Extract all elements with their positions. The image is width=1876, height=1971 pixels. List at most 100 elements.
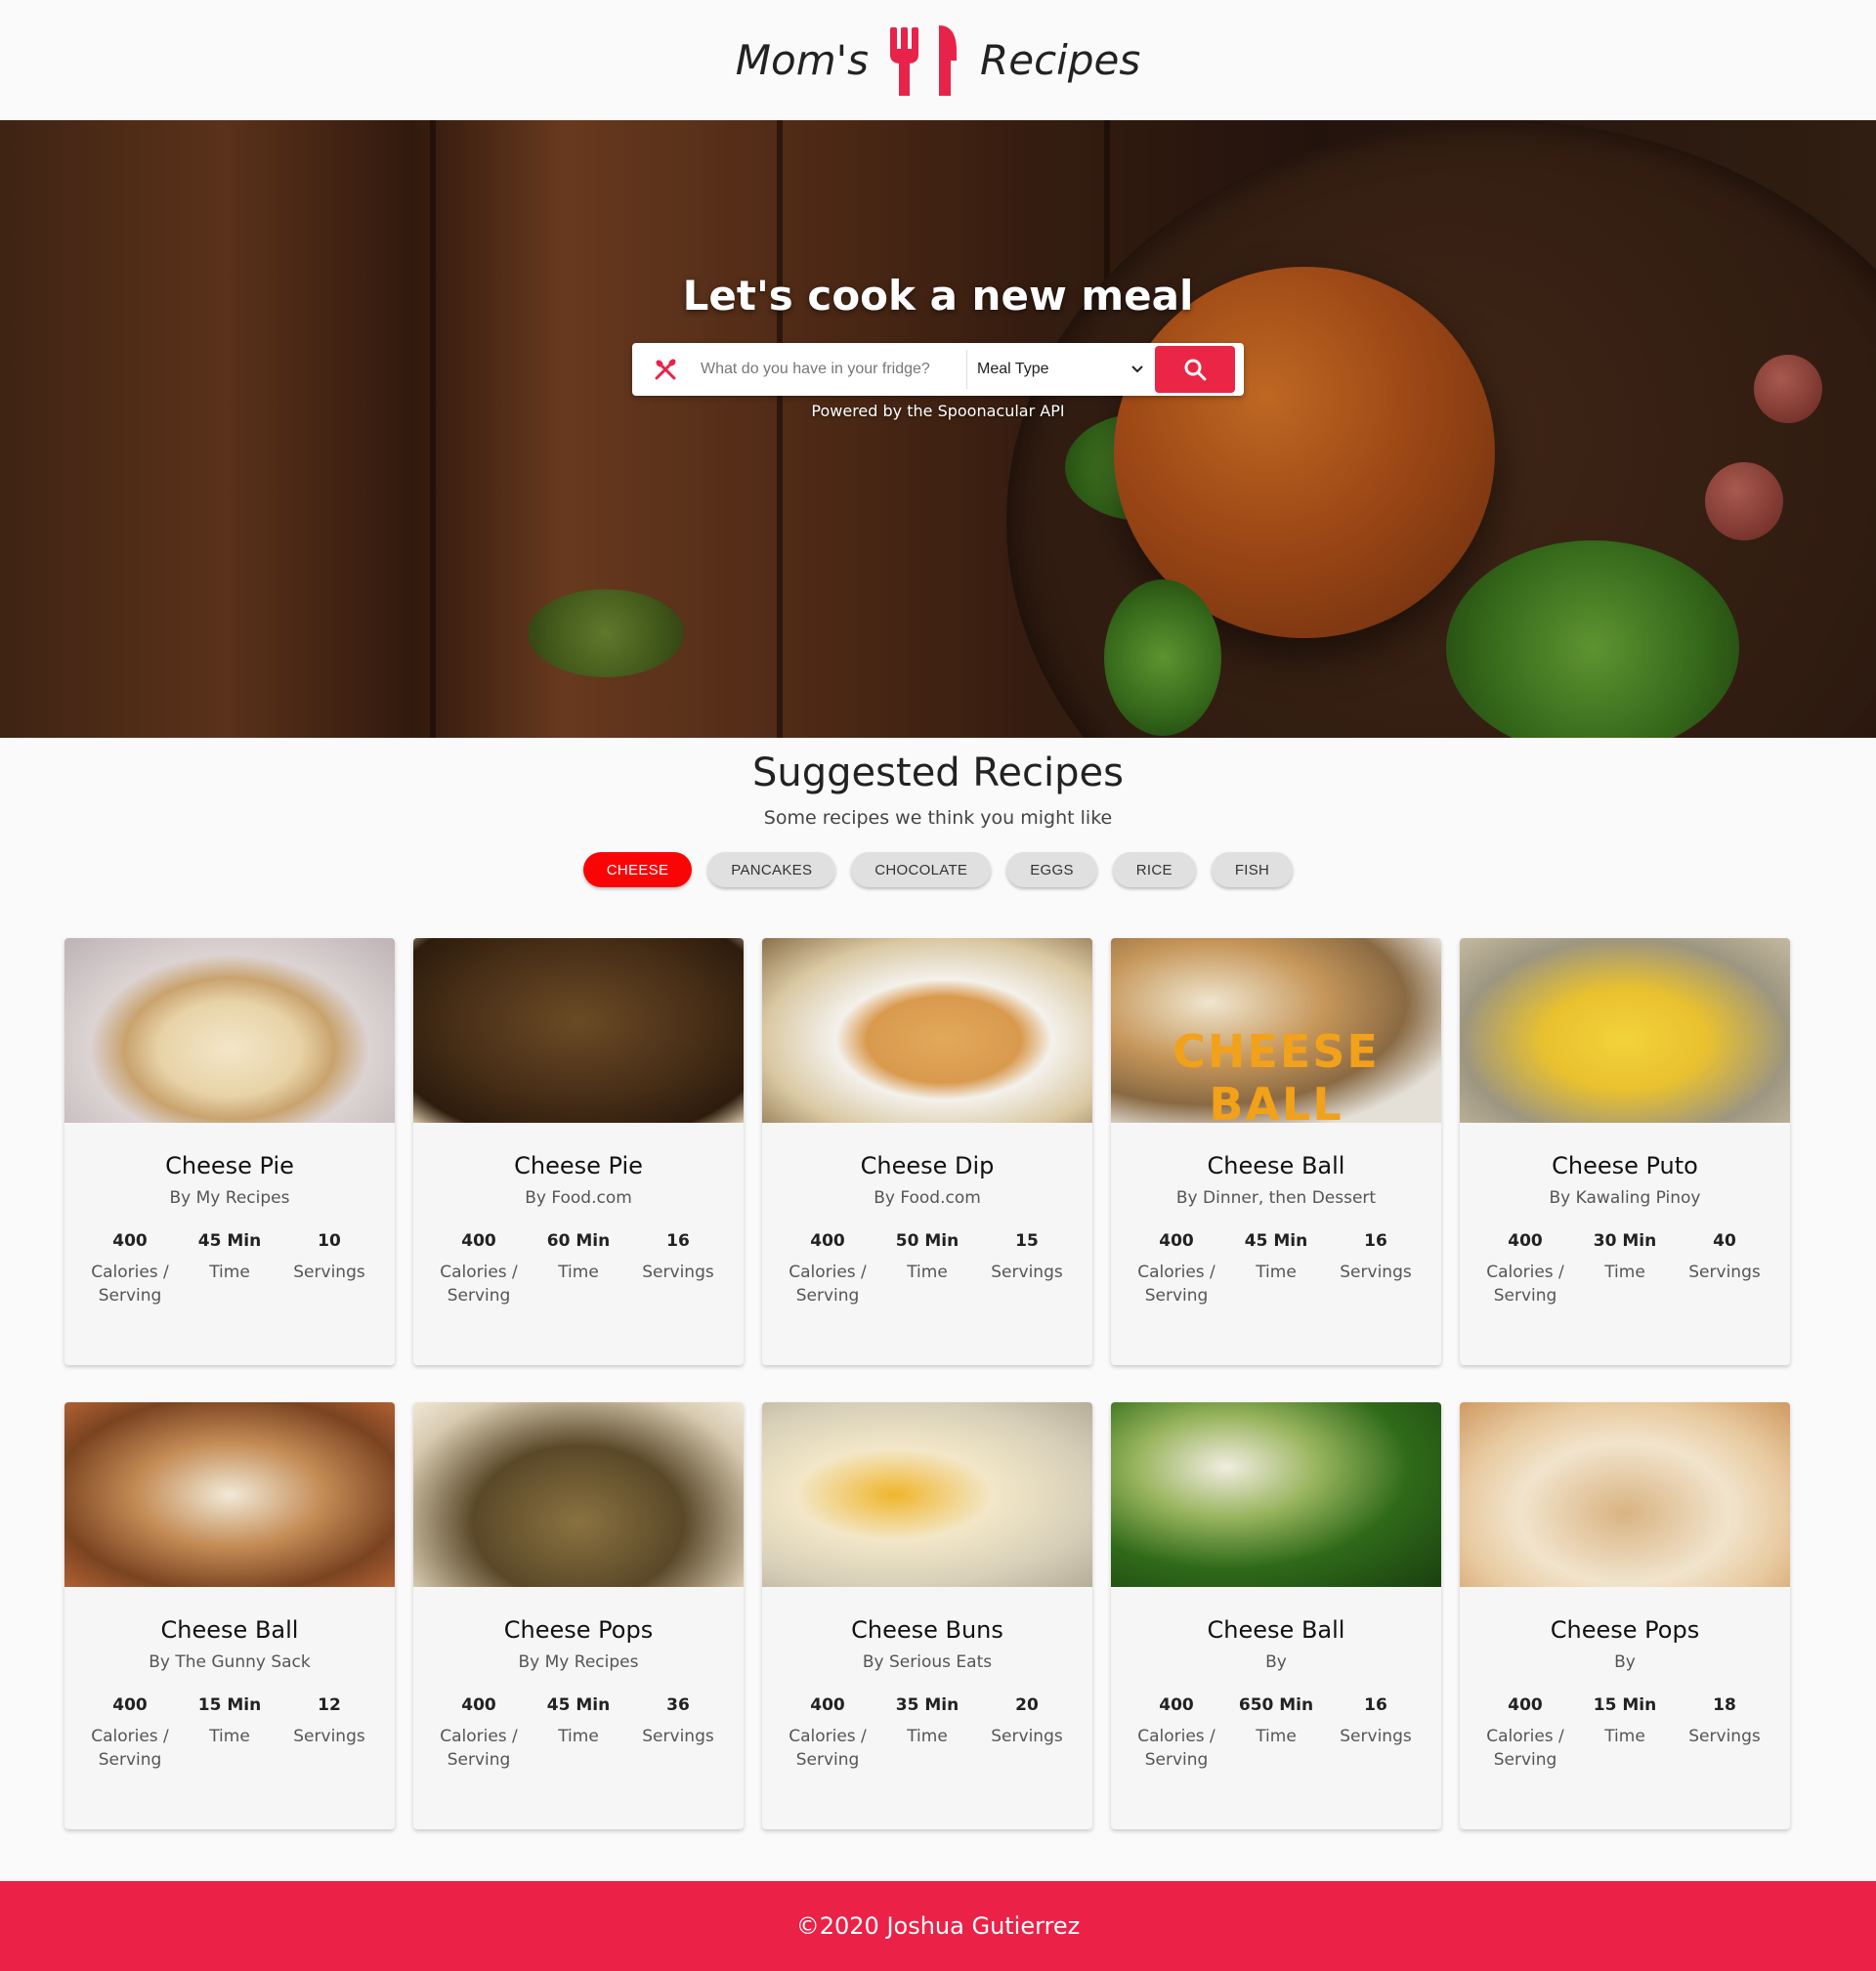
recipe-title[interactable]: Cheese Ball — [1111, 1616, 1441, 1644]
copyright-text: ©2020 Joshua Gutierrez — [795, 1912, 1081, 1940]
time-label: Time — [907, 1727, 948, 1746]
servings-label: Servings — [1340, 1263, 1412, 1282]
servings-label: Servings — [642, 1727, 714, 1746]
recipe-source: By Food.com — [525, 1188, 632, 1208]
chip-cheese[interactable]: CHEESE — [582, 852, 693, 887]
recipe-card[interactable]: Cheese Pops By 400 Calories / Serving 15… — [1460, 1402, 1790, 1829]
servings-stat: 16 Servings — [629, 1231, 727, 1307]
calories-label: Calories / Serving — [789, 1727, 867, 1770]
recipe-image[interactable] — [64, 1402, 395, 1587]
category-chips: CHEESE PANCAKES CHOCOLATE EGGS RICE FISH — [0, 852, 1876, 887]
recipe-card[interactable]: Cheese Puto By Kawaling Pinoy 400 Calori… — [1460, 938, 1790, 1365]
recipe-image[interactable]: CHEESE BALL — [1111, 938, 1441, 1123]
recipe-card[interactable]: Cheese Pie By Food.com 400 Calories / Se… — [413, 938, 744, 1365]
servings-value: 16 — [1364, 1695, 1387, 1715]
hero-banner: Let's cook a new meal Meal Type Powered — [0, 120, 1876, 738]
powered-by-text: Powered by the Spoonacular API — [811, 402, 1065, 420]
recipe-title[interactable]: Cheese Ball — [64, 1616, 395, 1644]
time-label: Time — [1256, 1727, 1297, 1746]
chip-fish[interactable]: FISH — [1211, 852, 1294, 887]
recipe-stats: 400 Calories / Serving 60 Min Time 16 Se… — [413, 1231, 744, 1307]
time-stat: 15 Min Time — [1576, 1695, 1674, 1772]
brand-name-left[interactable]: Mom's — [736, 36, 869, 84]
recipe-title[interactable]: Cheese Pops — [413, 1616, 744, 1644]
servings-value: 15 — [1015, 1231, 1039, 1251]
calories-value: 400 — [1508, 1695, 1543, 1715]
time-label: Time — [1604, 1263, 1645, 1282]
time-label: Time — [209, 1263, 250, 1282]
recipe-card[interactable]: Cheese Pie By My Recipes 400 Calories / … — [64, 938, 395, 1365]
recipe-title[interactable]: Cheese Dip — [762, 1152, 1092, 1179]
recipe-source: By — [1265, 1652, 1287, 1672]
recipe-image[interactable] — [762, 938, 1092, 1123]
servings-label: Servings — [1340, 1727, 1412, 1746]
brand-name-right[interactable]: Recipes — [980, 36, 1140, 84]
calories-stat: 400 Calories / Serving — [1476, 1231, 1574, 1307]
time-stat: 650 Min Time — [1227, 1695, 1325, 1772]
calories-stat: 400 Calories / Serving — [430, 1231, 528, 1307]
servings-value: 40 — [1713, 1231, 1736, 1251]
ingredient-search-input[interactable] — [699, 350, 967, 389]
fork-knife-icon[interactable] — [890, 23, 959, 98]
recipe-grid: Cheese Pie By My Recipes 400 Calories / … — [64, 938, 1792, 1829]
recipe-image[interactable] — [1460, 1402, 1790, 1587]
recipe-source: By My Recipes — [518, 1652, 639, 1672]
calories-label: Calories / Serving — [1486, 1263, 1564, 1306]
servings-label: Servings — [991, 1727, 1063, 1746]
calories-stat: 400 Calories / Serving — [81, 1695, 179, 1772]
recipe-title[interactable]: Cheese Puto — [1460, 1152, 1790, 1179]
recipe-card[interactable]: Cheese Ball By The Gunny Sack 400 Calori… — [64, 1402, 395, 1829]
time-value: 45 Min — [1244, 1231, 1308, 1251]
servings-value: 10 — [318, 1231, 341, 1251]
time-value: 650 Min — [1238, 1695, 1314, 1715]
time-label: Time — [558, 1727, 599, 1746]
recipe-title[interactable]: Cheese Pie — [64, 1152, 395, 1179]
recipe-title[interactable]: Cheese Pops — [1460, 1616, 1790, 1644]
recipe-card[interactable]: Cheese Pops By My Recipes 400 Calories /… — [413, 1402, 744, 1829]
servings-stat: 40 Servings — [1676, 1231, 1773, 1307]
recipe-image[interactable] — [413, 1402, 744, 1587]
time-value: 15 Min — [197, 1695, 262, 1715]
recipe-stats: 400 Calories / Serving 50 Min Time 15 Se… — [762, 1231, 1092, 1307]
recipe-card[interactable]: Cheese Buns By Serious Eats 400 Calories… — [762, 1402, 1092, 1829]
search-button[interactable] — [1155, 346, 1235, 393]
calories-label: Calories / Serving — [789, 1263, 867, 1306]
calories-value: 400 — [1508, 1231, 1543, 1251]
recipe-title[interactable]: Cheese Buns — [762, 1616, 1092, 1644]
recipe-card[interactable]: CHEESE BALL Cheese Ball By Dinner, then … — [1111, 938, 1441, 1365]
recipe-source: By Dinner, then Dessert — [1175, 1188, 1377, 1208]
recipe-source: By — [1614, 1652, 1636, 1672]
servings-label: Servings — [991, 1263, 1063, 1282]
servings-label: Servings — [642, 1263, 714, 1282]
site-header: Mom's Recipes — [0, 0, 1876, 120]
recipe-image[interactable] — [1460, 938, 1790, 1123]
calories-stat: 400 Calories / Serving — [779, 1231, 876, 1307]
chip-eggs[interactable]: EGGS — [1006, 852, 1097, 887]
recipe-image[interactable] — [64, 938, 395, 1123]
calories-label: Calories / Serving — [440, 1263, 518, 1306]
recipe-image[interactable] — [413, 938, 744, 1123]
chip-rice[interactable]: RICE — [1112, 852, 1196, 887]
time-value: 45 Min — [197, 1231, 262, 1251]
recipe-title[interactable]: Cheese Ball — [1111, 1152, 1441, 1179]
chip-pancakes[interactable]: PANCAKES — [707, 852, 836, 887]
calories-value: 400 — [810, 1231, 845, 1251]
chip-chocolate[interactable]: CHOCOLATE — [851, 852, 992, 887]
time-value: 60 Min — [546, 1231, 611, 1251]
recipe-card[interactable]: Cheese Ball By 400 Calories / Serving 65… — [1111, 1402, 1441, 1829]
servings-value: 36 — [666, 1695, 690, 1715]
time-label: Time — [209, 1727, 250, 1746]
recipe-title[interactable]: Cheese Pie — [413, 1152, 744, 1179]
recipe-image[interactable] — [762, 1402, 1092, 1587]
calories-value: 400 — [461, 1231, 496, 1251]
calories-label: Calories / Serving — [440, 1727, 518, 1770]
recipe-image[interactable] — [1111, 1402, 1441, 1587]
time-stat: 60 Min Time — [530, 1231, 627, 1307]
calories-stat: 400 Calories / Serving — [430, 1695, 528, 1772]
recipe-card[interactable]: Cheese Dip By Food.com 400 Calories / Se… — [762, 938, 1092, 1365]
calories-value: 400 — [810, 1695, 845, 1715]
meal-type-select[interactable]: Meal Type — [967, 350, 1153, 389]
servings-value: 12 — [318, 1695, 341, 1715]
servings-value: 16 — [1364, 1231, 1387, 1251]
chevron-down-icon — [1131, 365, 1143, 373]
